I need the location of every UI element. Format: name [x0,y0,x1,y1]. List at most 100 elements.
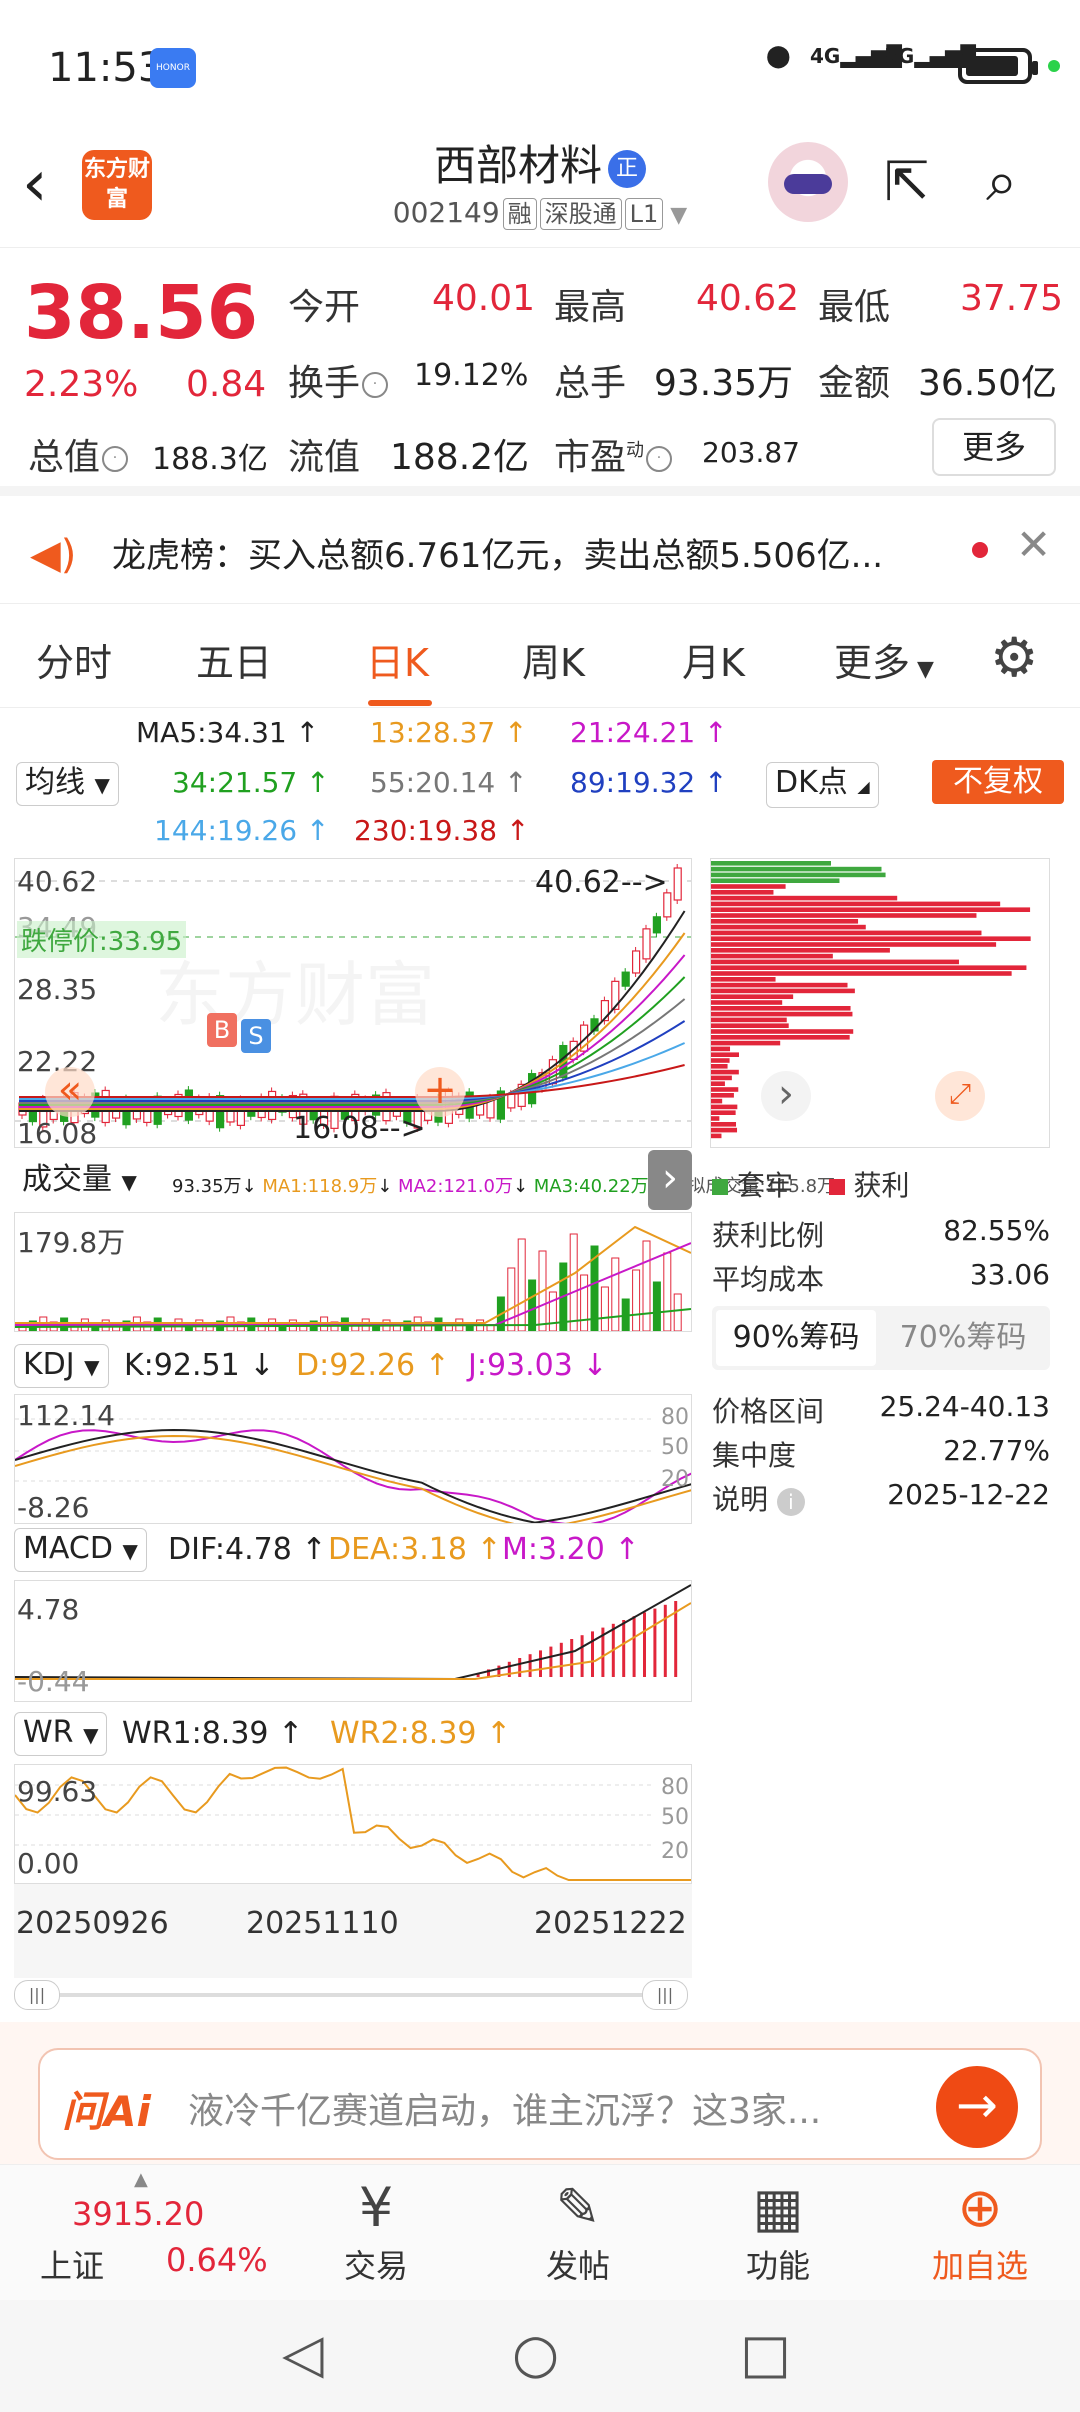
sell-signal-badge[interactable]: S [241,1019,271,1053]
gear-icon[interactable]: ⚙ [990,626,1038,689]
kdj-panel[interactable]: 112.14 -8.26 80 50 20 [14,1394,692,1524]
kdj-svg [15,1418,691,1523]
scroll-left-icon[interactable]: « [45,1067,95,1117]
high-value: 40.62 [696,278,800,319]
honor-app-icon: HONOR [150,48,196,88]
pe-label: 市盈动 · [554,428,673,480]
chip-bar [711,1011,853,1017]
kdj-tick-50: 50 [661,1435,689,1460]
buy-signal-badge[interactable]: B [207,1013,237,1047]
tab-more[interactable]: 更多 ▼ [834,632,934,687]
no-adjust-button[interactable]: 不复权 [932,760,1064,804]
chip-expand-icon[interactable]: ⤢ [935,1071,985,1121]
chip-bar [711,1035,850,1040]
wr-selector[interactable]: WR ▼ [14,1712,108,1756]
ask-ai-prompt[interactable]: 液冷千亿赛道启动，谁主沉浮？这3家... [188,2082,928,2134]
volume-bar [507,1267,516,1331]
tab-chip-70[interactable]: 70%筹码 [880,1310,1046,1366]
more-button[interactable]: 更多 [932,418,1056,476]
high-label: 最高 [554,287,627,328]
date-start: 20250926 [16,1906,169,1941]
chip-bar [711,971,1012,976]
index-name[interactable]: 上证 [40,2241,104,2287]
nav-post[interactable]: ✎ 发帖 [508,2175,648,2287]
volume-bar [548,1291,557,1331]
dk-point-selector[interactable]: DK点 ◢ [766,762,879,808]
chip-bar [711,988,855,994]
chip-bar [711,884,786,889]
ma34-value: 34:21.57 ↑ [172,766,330,799]
ask-ai-box[interactable]: 问Ai 液冷千亿赛道启动，谁主沉浮？这3家... → [38,2048,1042,2160]
volume-bar [528,1279,537,1331]
volume-panel[interactable]: 179.8万 [14,1212,692,1332]
vol-current: 93.35万 [172,1176,242,1197]
kdj-d: D:92.26 ↑ [296,1348,450,1383]
location-icon: ⬤ [766,44,791,69]
ma-line [19,1064,685,1098]
tab-chip-90[interactable]: 90%筹码 [716,1310,876,1366]
dragon-tiger-notice[interactable]: ◀) 龙虎榜：买入总额6.761亿元，卖出总额5.506亿... ✕ [0,496,1080,604]
tag-sgt: 深股通 [539,198,622,230]
arrow-right-icon[interactable]: → [936,2066,1018,2148]
macd-selector[interactable]: MACD ▼ [14,1528,147,1572]
ma13-value: 13:28.37 ↑ [370,716,528,749]
macd-panel[interactable]: 4.78 -0.44 [14,1580,692,1702]
plus-circle-icon: ⊕ [957,2176,1003,2239]
profit-ratio-label: 获利比例 [712,1219,825,1252]
close-icon[interactable]: ✕ [1016,520,1051,569]
quote-panel: 38.56 2.23% 0.84 今开 40.01 最高 40.62 最低 37… [0,250,1080,496]
chip-bar [711,1052,739,1057]
mktcap-value: 188.3亿 [152,442,268,477]
tab-weekly-k[interactable]: 周K [522,632,585,687]
macd-dea-line [15,1602,691,1680]
tab-daily-k[interactable]: 日K [366,632,429,687]
back-triangle-icon[interactable]: ◁ [282,2322,324,2385]
legend-profit: 获利 [853,1169,910,1202]
wr-panel[interactable]: 99.63 0.00 80 50 20 [14,1764,692,1884]
battery-icon [958,48,1038,84]
chip-bar [711,953,833,959]
chip-bar [711,878,840,883]
chip-bar [711,1127,738,1133]
kdj-j-line [15,1429,691,1523]
scroll-handle-right[interactable]: ||| [642,1980,688,2010]
nav-functions[interactable]: ▦ 功能 [708,2175,848,2287]
ai-robot-icon[interactable] [768,142,848,222]
share-icon[interactable]: ⇱ [884,152,944,212]
chip-bar [711,1075,732,1081]
volume-bar [663,1252,672,1331]
price-range-value: 25.24-40.13 [879,1390,1050,1423]
chip-next-icon[interactable]: › [761,1071,811,1121]
chip-bar [711,1040,781,1046]
tab-intraday[interactable]: 分时 [36,632,112,687]
index-percent[interactable]: 0.64% [166,2241,268,2279]
volume-label: 总手 [554,363,627,404]
recents-square-icon[interactable]: □ [740,2322,791,2385]
nav-add-watchlist[interactable]: ⊕ 加自选 [910,2175,1050,2287]
vol-ma2: MA2:121.0万 [398,1176,513,1197]
tab-five-day[interactable]: 五日 [196,632,272,687]
kline-panel[interactable]: 东方财富 40.62 34.49 跌停价:33.95 28.35 22.22 1… [14,858,692,1148]
price-range-label: 价格区间 [712,1395,825,1428]
chip-distribution-chart[interactable]: › ⤢ [710,858,1050,1148]
kdj-selector[interactable]: KDJ ▼ [14,1344,109,1388]
home-circle-icon[interactable]: ○ [512,2322,559,2385]
scroll-handle-left[interactable]: ||| [14,1980,60,2010]
notice-text[interactable]: 龙虎榜：买入总额6.761亿元，卖出总额5.506亿... [112,528,952,577]
chip-bar [711,1098,723,1104]
chip-bar [711,901,1001,907]
ask-ai-section: 问Ai 液冷千亿赛道启动，谁主沉浮？这3家... → [0,2022,1080,2164]
crosshair-plus-icon[interactable]: + [415,1067,465,1117]
range-scrollbar[interactable]: ||| ||| [14,1978,690,2012]
search-icon[interactable]: ⌕ [986,152,1050,216]
vol-ma1: MA1:118.9万 [262,1176,378,1197]
volume-selector[interactable]: 成交量 ▼ [14,1160,145,1202]
vol-ma3: MA3:40.22万 [533,1176,649,1197]
expand-right-icon[interactable]: › [648,1150,692,1210]
index-value[interactable]: 3915.20 [72,2195,204,2233]
open-value: 40.01 [432,278,536,319]
ma-selector[interactable]: 均线 ▼ [16,762,119,806]
chip-bar [711,948,890,953]
nav-trade[interactable]: ¥ 交易 [306,2175,446,2287]
tab-monthly-k[interactable]: 月K [682,632,745,687]
